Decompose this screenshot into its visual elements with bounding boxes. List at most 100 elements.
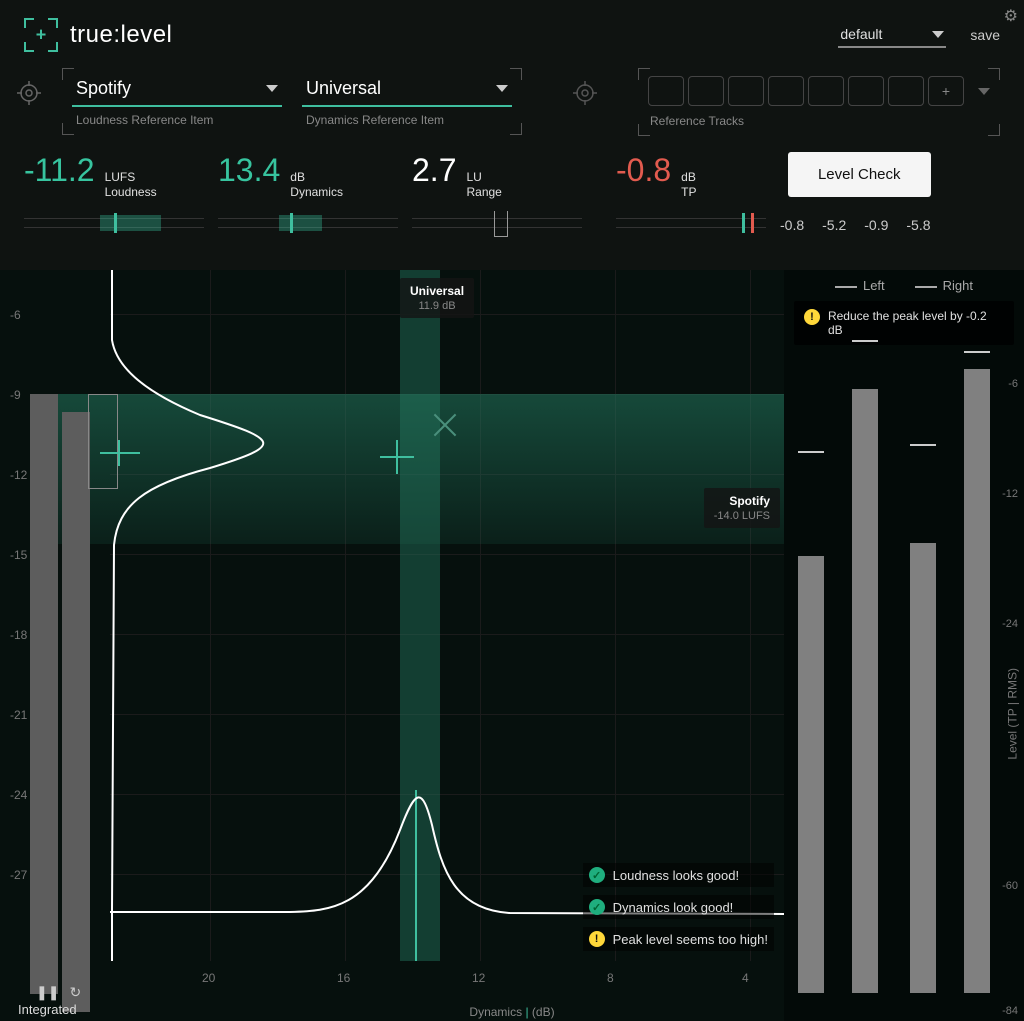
status-text: Dynamics look good! [613, 900, 734, 915]
app-logo-icon: + [24, 18, 58, 52]
target-icon[interactable] [14, 78, 44, 108]
level-check-button[interactable]: Level Check [788, 152, 931, 197]
chevron-down-icon[interactable] [978, 88, 990, 95]
loudness-meter: -11.2 LUFSLoudness [24, 152, 204, 228]
integration-mode[interactable]: Integrated [18, 1002, 77, 1017]
pause-icon[interactable]: ❚❚ [36, 984, 59, 1001]
left-rms-bar [798, 556, 824, 993]
level-axis-label: Level (TP | RMS) [1006, 668, 1020, 760]
histogram-bar [74, 470, 88, 1010]
tp-slider[interactable] [616, 218, 766, 228]
reference-track-slot[interactable] [888, 76, 924, 106]
tp-history-value: -5.2 [822, 217, 846, 233]
range-unit: LU [466, 170, 481, 184]
chevron-down-icon [496, 85, 508, 92]
tp-value: -0.8 [616, 152, 671, 189]
dynamics-marker [415, 790, 417, 961]
reference-tracks-label: Reference Tracks [648, 114, 990, 128]
range-meter: 2.7 LURange [412, 152, 582, 228]
right-tp-bar [964, 369, 990, 993]
reference-track-slot[interactable] [808, 76, 844, 106]
loudness-value: -11.2 [24, 152, 95, 189]
reference-value: -14.0 LUFS [714, 510, 770, 522]
warning-icon: ! [589, 931, 605, 947]
settings-gear-icon[interactable]: ⚙ [1004, 6, 1018, 26]
level-tick: -24 [1002, 618, 1018, 630]
header: + true:level default save [0, 0, 1024, 60]
reference-label-universal: Universal 11.9 dB [400, 278, 474, 318]
status-item: ✓ Loudness looks good! [583, 863, 774, 887]
check-icon: ✓ [589, 867, 605, 883]
reference-row: Spotify Loudness Reference Item Universa… [0, 60, 1024, 138]
reference-track-slot[interactable] [688, 76, 724, 106]
loudness-label: Loudness [105, 185, 157, 199]
reference-track-slot[interactable] [848, 76, 884, 106]
dynamics-reference-select[interactable]: Universal [302, 76, 512, 107]
tp-label: TP [681, 185, 696, 199]
range-label: Range [466, 185, 501, 199]
level-tick: -6 [1008, 378, 1018, 390]
dynamics-unit: dB [290, 170, 305, 184]
target-icon[interactable] [570, 78, 600, 108]
main-chart[interactable]: -6 -9 -12 -15 -18 -21 -24 -27 Loudness (… [0, 270, 1024, 1021]
meters-row: -11.2 LUFSLoudness 13.4 dBDynamics 2.7 L… [0, 138, 1024, 233]
level-tick: -60 [1002, 880, 1018, 892]
reference-name: Universal [410, 284, 464, 298]
right-rms-bar [910, 543, 936, 993]
reference-name: Spotify [714, 494, 770, 508]
tip-text: Reduce the peak level by -0.2 dB [828, 309, 1004, 337]
status-messages: ✓ Loudness looks good! ✓Dynamics look goo… [583, 863, 774, 951]
dynamics-reference-value: Universal [306, 78, 381, 99]
left-tp-bar [852, 389, 878, 993]
status-item: ! Peak level seems too high! [583, 927, 774, 951]
range-slider[interactable] [412, 218, 582, 228]
loudness-reference-select[interactable]: Spotify [72, 76, 282, 107]
status-text: Loudness looks good! [613, 868, 739, 883]
refresh-icon[interactable]: ↻ [69, 984, 81, 1001]
y-tick: -27 [10, 868, 27, 882]
chevron-down-icon [266, 85, 278, 92]
current-loudness-crosshair [100, 438, 140, 468]
tp-unit: dB [681, 170, 696, 184]
tp-history: -0.8 -5.2 -0.9 -5.8 [780, 197, 931, 233]
y-tick: -18 [10, 628, 27, 642]
dynamics-target-zone [400, 270, 440, 961]
reference-value: 11.9 dB [410, 300, 464, 312]
preset-select[interactable]: default [838, 22, 946, 48]
dynamics-slider[interactable] [218, 218, 398, 228]
reference-track-slot[interactable] [648, 76, 684, 106]
channel-right-label: Right [915, 278, 973, 293]
loudness-reference-value: Spotify [76, 78, 131, 99]
dynamics-reference-label: Dynamics Reference Item [302, 113, 512, 127]
range-value: 2.7 [412, 152, 456, 189]
reference-marker-icon [430, 410, 460, 440]
loudness-reference-label: Loudness Reference Item [72, 113, 282, 127]
status-text: Peak level seems too high! [613, 932, 768, 947]
save-button[interactable]: save [970, 27, 1000, 43]
add-reference-track[interactable]: + [928, 76, 964, 106]
y-tick: -21 [10, 708, 27, 722]
reference-track-slot[interactable] [768, 76, 804, 106]
reference-tracks: + [648, 76, 990, 106]
y-tick: -12 [10, 468, 27, 482]
reference-label-spotify: Spotify -14.0 LUFS [704, 488, 780, 528]
loudness-unit: LUFS [105, 170, 136, 184]
reference-track-slot[interactable] [728, 76, 764, 106]
channel-left-label: Left [835, 278, 885, 293]
loudness-slider[interactable] [24, 218, 204, 228]
preset-name: default [840, 26, 882, 42]
y-tick: -6 [10, 308, 21, 322]
target-crosshair [380, 440, 414, 474]
y-tick: -15 [10, 548, 27, 562]
level-tip: ! Reduce the peak level by -0.2 dB [794, 301, 1014, 345]
warning-icon: ! [804, 309, 820, 325]
histogram-bar [30, 394, 58, 994]
dynamics-label: Dynamics [290, 185, 343, 199]
app-title: true:level [70, 21, 172, 49]
dynamics-value: 13.4 [218, 152, 280, 189]
tp-meter: -0.8 dBTP [616, 152, 766, 228]
level-panel: Left Right ! Reduce the peak level by -0… [784, 270, 1024, 1021]
status-item: ✓Dynamics look good! [583, 895, 774, 919]
chevron-down-icon [932, 31, 944, 38]
tp-history-value: -5.8 [906, 217, 930, 233]
